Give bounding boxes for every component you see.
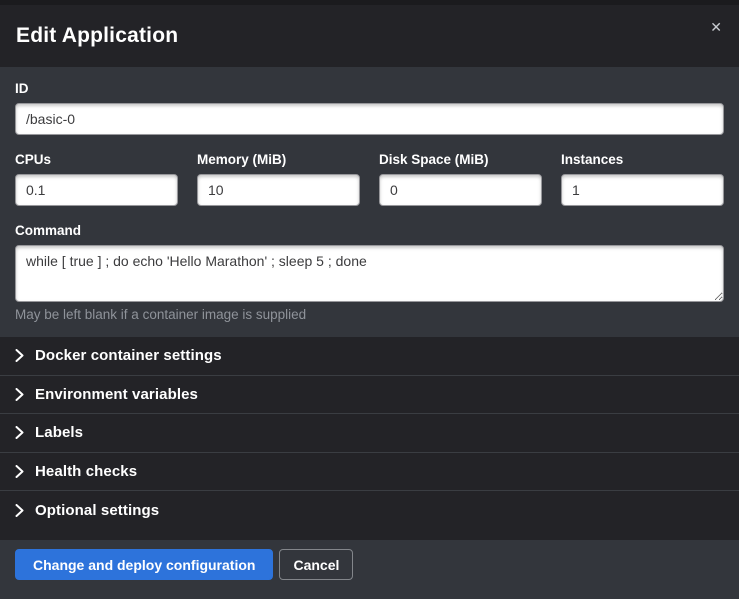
change-and-deploy-button[interactable]: Change and deploy configuration (15, 549, 273, 580)
memory-label: Memory (MiB) (197, 152, 360, 167)
edit-application-form: ID CPUs Memory (MiB) Disk Space (MiB) In… (0, 67, 739, 337)
cancel-button[interactable]: Cancel (279, 549, 353, 580)
command-label: Command (15, 223, 724, 238)
collapsible-sections: Docker container settings Environment va… (0, 337, 739, 530)
edit-application-modal: Edit Application ✕ ID CPUs Memory (MiB) … (0, 0, 739, 599)
section-label: Health checks (35, 463, 137, 480)
section-label: Labels (35, 424, 83, 441)
section-optional-settings[interactable]: Optional settings (0, 491, 739, 530)
command-field-group: Command while [ true ] ; do echo 'Hello … (15, 223, 724, 322)
section-docker-container-settings[interactable]: Docker container settings (0, 337, 739, 376)
modal-title: Edit Application (16, 24, 178, 48)
id-field-group: ID (15, 81, 724, 135)
cpus-label: CPUs (15, 152, 178, 167)
chevron-right-icon (15, 465, 24, 478)
section-environment-variables[interactable]: Environment variables (0, 376, 739, 415)
id-label: ID (15, 81, 724, 96)
cpus-field-group: CPUs (15, 152, 178, 206)
section-labels[interactable]: Labels (0, 414, 739, 453)
memory-field-group: Memory (MiB) (197, 152, 360, 206)
chevron-right-icon (15, 426, 24, 439)
resources-row: CPUs Memory (MiB) Disk Space (MiB) Insta… (15, 152, 724, 206)
instances-field-group: Instances (561, 152, 724, 206)
section-label: Docker container settings (35, 347, 222, 364)
disk-field-group: Disk Space (MiB) (379, 152, 542, 206)
section-health-checks[interactable]: Health checks (0, 453, 739, 492)
instances-label: Instances (561, 152, 724, 167)
disk-input[interactable] (379, 174, 542, 206)
memory-input[interactable] (197, 174, 360, 206)
sections-filler (0, 530, 739, 541)
chevron-right-icon (15, 388, 24, 401)
disk-label: Disk Space (MiB) (379, 152, 542, 167)
chevron-right-icon (15, 349, 24, 362)
command-textarea[interactable]: while [ true ] ; do echo 'Hello Marathon… (15, 245, 724, 302)
section-label: Environment variables (35, 386, 198, 403)
command-help-text: May be left blank if a container image i… (15, 307, 724, 322)
close-icon[interactable]: ✕ (706, 16, 726, 38)
cpus-input[interactable] (15, 174, 178, 206)
section-label: Optional settings (35, 502, 159, 519)
instances-input[interactable] (561, 174, 724, 206)
id-input[interactable] (15, 103, 724, 135)
chevron-right-icon (15, 504, 24, 517)
modal-header: Edit Application ✕ (0, 5, 739, 67)
modal-footer: Change and deploy configuration Cancel (0, 540, 739, 599)
